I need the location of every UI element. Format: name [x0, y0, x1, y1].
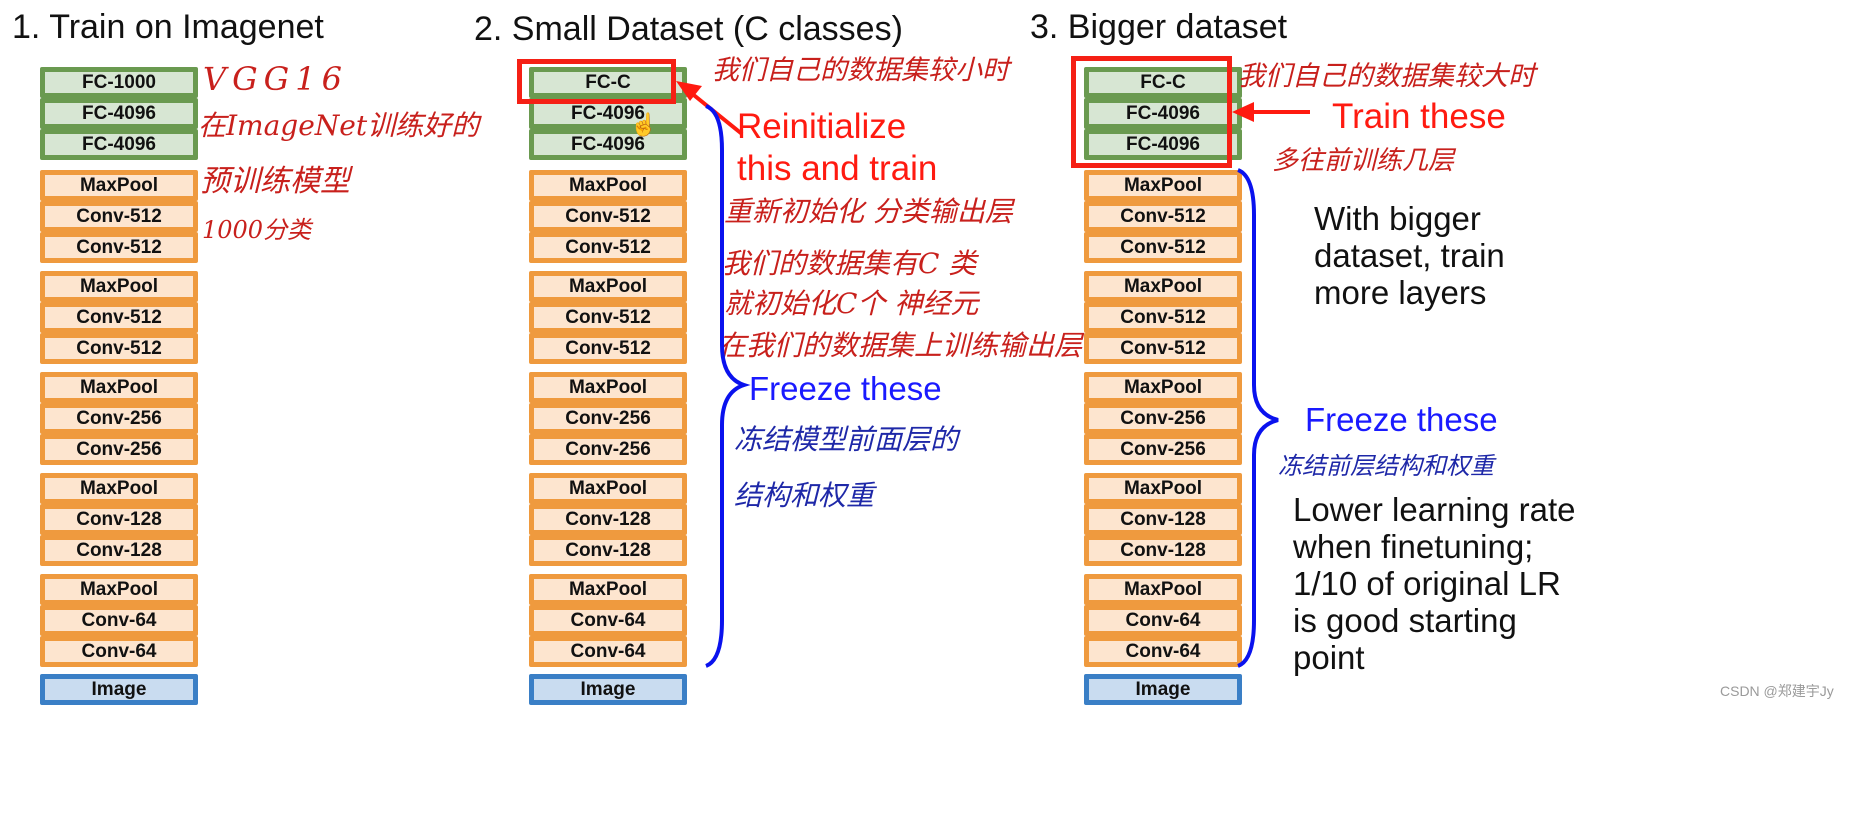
note-reinit-line-1: 重新初始化 分类输出层: [724, 195, 1013, 228]
note-pretrained-model: 预训练模型: [200, 164, 350, 199]
panel-3-learning-rate-text: Lower learning rate when finetuning; 1/1…: [1293, 491, 1576, 676]
note-reinit-line-3: 就初始化C个 神经元: [724, 287, 979, 320]
layer-conv-64: Conv-64: [529, 605, 687, 636]
panel-3-freeze-label: Freeze these: [1305, 401, 1498, 438]
note-reinit-line-2: 我们的数据集有C 类: [722, 247, 977, 280]
layer-maxpool: MaxPool: [40, 574, 198, 605]
layer-conv-512: Conv-512: [1084, 201, 1242, 232]
note-bigger-dataset: 我们自己的数据集较大时: [1238, 61, 1535, 92]
layer-maxpool: MaxPool: [529, 473, 687, 504]
note-train-more: 多往前训练几层: [1272, 146, 1455, 176]
layer-conv-512: Conv-512: [40, 302, 198, 333]
note-freeze-line-2: 结构和权重: [734, 479, 875, 512]
panel-3-freeze-brace: [1237, 168, 1279, 668]
layer-fc-4096: FC-4096: [40, 98, 198, 129]
layer-conv-128: Conv-128: [40, 535, 198, 566]
layer-conv-512: Conv-512: [529, 232, 687, 263]
panel-2-freeze-label: Freeze these: [749, 370, 942, 407]
layer-conv-64: Conv-64: [40, 605, 198, 636]
layer-conv-256: Conv-256: [1084, 403, 1242, 434]
panel-3-bigger-dataset-text: With bigger dataset, train more layers: [1314, 200, 1505, 311]
layer-conv-256: Conv-256: [1084, 434, 1242, 465]
layer-maxpool: MaxPool: [40, 170, 198, 201]
layer-conv-256: Conv-256: [40, 403, 198, 434]
layer-maxpool: MaxPool: [1084, 170, 1242, 201]
layer-maxpool: MaxPool: [40, 473, 198, 504]
layer-conv-512: Conv-512: [40, 333, 198, 364]
layer-conv-128: Conv-128: [40, 504, 198, 535]
note-1000-classes: 1000分类: [202, 216, 312, 244]
layer-maxpool: MaxPool: [529, 170, 687, 201]
layer-conv-64: Conv-64: [1084, 636, 1242, 667]
reinitialize-line-2: this and train: [737, 149, 938, 188]
layer-conv-128: Conv-128: [529, 504, 687, 535]
layer-maxpool: MaxPool: [1084, 473, 1242, 504]
panel-3-arrow: [1232, 102, 1310, 122]
layer-conv-256: Conv-256: [529, 434, 687, 465]
note-reinit-line-4: 在我们的数据集上训练输出层: [718, 329, 1083, 362]
note-freeze: 冻结前层结构和权重: [1278, 452, 1494, 480]
layer-conv-512: Conv-512: [529, 201, 687, 232]
note-freeze-line-1: 冻结模型前面层的: [734, 423, 959, 456]
layer-maxpool: MaxPool: [1084, 372, 1242, 403]
note-pretrained-imagenet: 在ImageNet训练好的: [198, 109, 480, 142]
layer-conv-64: Conv-64: [40, 636, 198, 667]
layer-maxpool: MaxPool: [1084, 574, 1242, 605]
watermark: CSDN @郑建宇Jy: [1720, 683, 1834, 699]
layer-conv-256: Conv-256: [40, 434, 198, 465]
panel-2-title: 2. Small Dataset (C classes): [474, 10, 903, 48]
layer-conv-128: Conv-128: [1084, 535, 1242, 566]
layer-image: Image: [529, 674, 687, 705]
layer-conv-512: Conv-512: [1084, 302, 1242, 333]
panel-3-title: 3. Bigger dataset: [1030, 8, 1288, 46]
layer-fc-4096: FC-4096: [40, 129, 198, 160]
layer-conv-64: Conv-64: [1084, 605, 1242, 636]
layer-image: Image: [1084, 674, 1242, 705]
layer-maxpool: MaxPool: [40, 372, 198, 403]
panel-3-train-label: Train these: [1332, 97, 1506, 136]
layer-fc-1000: FC-1000: [40, 67, 198, 98]
layer-conv-512: Conv-512: [1084, 232, 1242, 263]
panel-2-reinitialize-label: Reinitialize this and train: [737, 106, 937, 190]
layer-conv-128: Conv-128: [1084, 504, 1242, 535]
layer-conv-512: Conv-512: [529, 302, 687, 333]
panel-1-title: 1. Train on Imagenet: [12, 8, 324, 46]
layer-conv-64: Conv-64: [529, 636, 687, 667]
layer-maxpool: MaxPool: [529, 372, 687, 403]
panel-3-train-highlight-box: [1071, 56, 1232, 168]
layer-conv-512: Conv-512: [1084, 333, 1242, 364]
layer-maxpool: MaxPool: [40, 271, 198, 302]
note-small-dataset: 我们自己的数据集较小时: [712, 55, 1009, 86]
layer-conv-256: Conv-256: [529, 403, 687, 434]
layer-maxpool: MaxPool: [529, 271, 687, 302]
layer-conv-512: Conv-512: [529, 333, 687, 364]
layer-maxpool: MaxPool: [1084, 271, 1242, 302]
note-vgg16: VGG16: [203, 60, 348, 98]
layer-fc-4096: FC-4096: [529, 129, 687, 160]
hand-cursor-icon: ☝: [630, 112, 658, 137]
reinitialize-line-1: Reinitialize: [737, 107, 907, 146]
layer-conv-512: Conv-512: [40, 201, 198, 232]
layer-image: Image: [40, 674, 198, 705]
panel-2-train-highlight-box: [517, 59, 676, 104]
layer-maxpool: MaxPool: [529, 574, 687, 605]
layer-conv-512: Conv-512: [40, 232, 198, 263]
layer-conv-128: Conv-128: [529, 535, 687, 566]
